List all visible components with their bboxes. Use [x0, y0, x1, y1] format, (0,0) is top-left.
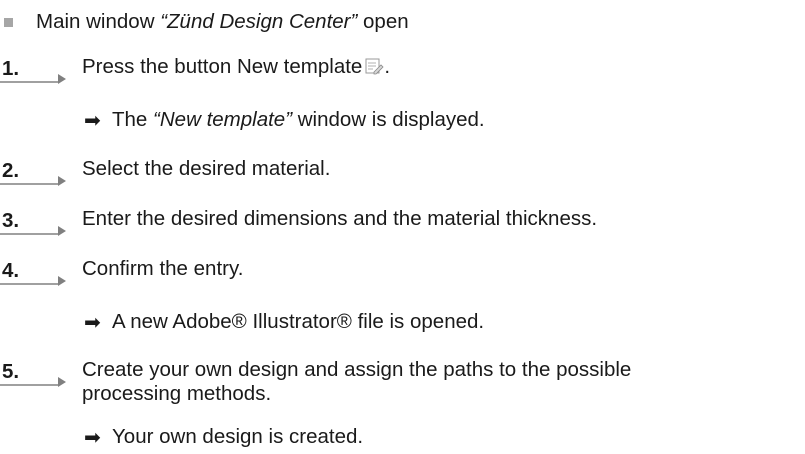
step-2: 2. Select the desired material. [0, 157, 805, 187]
step-text-period: . [384, 55, 391, 78]
result-text: The “New template” window is displayed. [112, 108, 485, 132]
window-name: “Zünd Design Center” [160, 10, 358, 33]
step-text: Press the button New template . [82, 55, 390, 79]
step-text: Enter the desired dimensions and the mat… [82, 207, 598, 230]
step-1-result: ➡ The “New template” window is displayed… [0, 108, 805, 132]
result-text: Your own design is created. [112, 425, 364, 448]
step-4-result: ➡ A new Adobe® Illustrator® file is open… [0, 310, 805, 334]
result-text-after: window is displayed. [292, 108, 485, 131]
step-4: 4. Confirm the entry. [0, 257, 805, 287]
step-5: 5. Create your own design and assign the… [0, 358, 805, 408]
step-arrow-icon [0, 276, 66, 286]
prerequisite-text: Main window “Zünd Design Center” open [36, 10, 409, 34]
step-text-line-2: processing methods. [82, 382, 272, 405]
step-text-main: Press the button New template [82, 55, 363, 78]
result-text: A new Adobe® Illustrator® file is opened… [112, 310, 485, 333]
step-text: Select the desired material. [82, 157, 331, 180]
step-text: Confirm the entry. [82, 257, 244, 280]
step-3: 3. Enter the desired dimensions and the … [0, 207, 805, 237]
prerequisite-text-after: open [357, 10, 409, 33]
result-arrow-icon: ➡ [84, 425, 101, 449]
step-arrow-icon [0, 176, 66, 186]
prerequisite-text-before: Main window [36, 10, 161, 33]
step-5-result: ➡ Your own design is created. [0, 425, 805, 449]
step-text-line-1: Create your own design and assign the pa… [82, 358, 632, 381]
result-text-before: The [112, 108, 154, 131]
window-name: “New template” [153, 108, 293, 131]
step-arrow-icon [0, 74, 66, 84]
new-template-icon [365, 58, 384, 75]
step-1: 1. Press the button New template . [0, 55, 805, 85]
bullet-square-icon [4, 18, 13, 27]
prerequisite: Main window “Zünd Design Center” open [0, 10, 805, 34]
step-arrow-icon [0, 226, 66, 236]
result-arrow-icon: ➡ [84, 310, 101, 334]
result-arrow-icon: ➡ [84, 108, 101, 132]
step-arrow-icon [0, 377, 66, 387]
